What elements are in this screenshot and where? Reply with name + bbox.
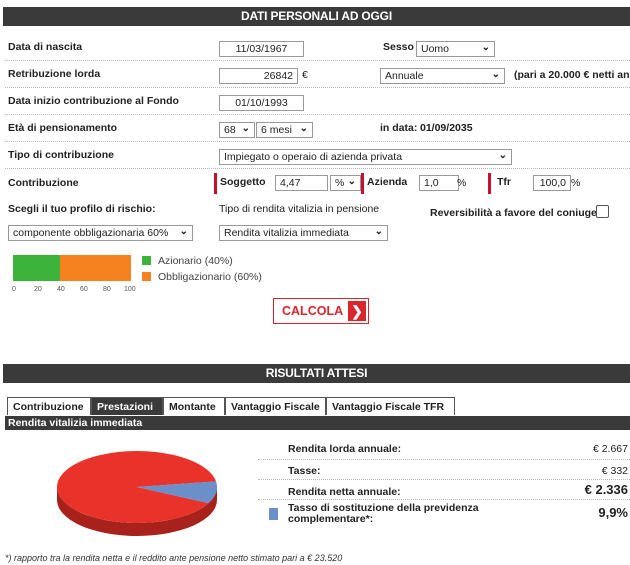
results-header: RISULTATI ATTESI: [3, 364, 630, 383]
annuity-subheader: Rendita vitalizia immediata: [5, 416, 630, 430]
tfr-rate-input[interactable]: 100,0: [533, 175, 571, 191]
contribution-start-label: Data inizio contribuzione al Fondo: [8, 95, 179, 107]
annuity-type-value: Rendita vitalizia immediata: [224, 227, 349, 239]
risk-profile-select[interactable]: componente obbligazionaria 60% ⌄: [8, 225, 193, 241]
chevron-down-icon: ⌄: [374, 226, 383, 237]
divider: [258, 499, 630, 500]
birth-date-label: Data di nascita: [8, 41, 83, 53]
risk-profile-label: Scegli il tuo profilo di rischio:: [8, 203, 156, 215]
divider: [5, 60, 630, 61]
allocation-bar: [13, 255, 131, 281]
reversibility-checkbox[interactable]: [596, 205, 609, 218]
chevron-down-icon: ⌄: [347, 176, 356, 187]
axis-tick: 20: [34, 286, 42, 293]
subject-unit-value: %: [335, 177, 345, 189]
divider: [5, 141, 630, 142]
subject-unit-select[interactable]: % ⌄: [330, 175, 361, 191]
tab-montante[interactable]: Montante: [163, 397, 225, 415]
sex-label: Sesso: [383, 41, 414, 53]
contribution-label: Contribuzione: [8, 177, 79, 189]
divider: [258, 459, 630, 460]
replacement-pie-chart: [57, 451, 217, 536]
net-annuity-value: € 2.336: [584, 482, 628, 497]
chevron-down-icon: ⌄: [241, 123, 250, 134]
chevron-down-icon: ⌄: [498, 150, 507, 161]
tax-value: € 332: [601, 465, 628, 477]
chevron-down-icon: ⌄: [299, 123, 308, 134]
replacement-legend-swatch: [269, 508, 278, 520]
subject-label: Soggetto: [220, 176, 266, 188]
marker: [214, 173, 217, 194]
divider: [5, 87, 630, 88]
reversibility-label: Reversibilità a favore del coniuge: [430, 207, 597, 219]
contribution-type-value: Impiegato o operaio di azienda privata: [224, 151, 403, 163]
tfr-label: Tfr: [497, 176, 511, 188]
risk-profile-value: componente obbligazionaria 60%: [13, 227, 169, 239]
company-label: Azienda: [367, 176, 408, 188]
salary-label: Retribuzione lorda: [8, 68, 101, 80]
company-rate-input[interactable]: 1,0: [419, 175, 459, 191]
contribution-start-input[interactable]: 01/10/1993: [219, 95, 304, 111]
subject-rate-input[interactable]: 4,47: [275, 175, 328, 191]
tax-label: Tasse:: [288, 465, 321, 477]
annuity-type-select[interactable]: Rendita vitalizia immediata ⌄: [219, 225, 388, 241]
marker: [361, 173, 364, 194]
tab-vantaggio-fiscale[interactable]: Vantaggio Fiscale: [225, 397, 326, 415]
axis-tick: 80: [103, 286, 111, 293]
retirement-date-value: 01/09/2035: [420, 122, 473, 134]
salary-net-note: (pari a 20.000 € netti annui): [514, 69, 630, 81]
replacement-rate-value: 9,9%: [598, 505, 628, 520]
axis-tick: 0: [12, 286, 16, 293]
sex-select[interactable]: Uomo ⌄: [416, 41, 495, 57]
retirement-age-label: Età di pensionamento: [8, 122, 118, 134]
retirement-months-select[interactable]: 6 mesi ⌄: [256, 122, 313, 138]
gross-annuity-value: € 2.667: [592, 443, 628, 455]
contribution-type-select[interactable]: Impiegato o operaio di azienda privata ⌄: [219, 149, 512, 165]
axis-tick: 40: [57, 286, 65, 293]
replacement-rate-label-line2: complementare*:: [288, 513, 374, 525]
marker: [488, 173, 491, 194]
divider: [5, 168, 630, 169]
gross-annuity-label: Rendita lorda annuale:: [288, 443, 402, 455]
equity-legend-label: Azionario (40%): [158, 255, 233, 267]
divider: [5, 114, 630, 115]
bond-legend-label: Obbligazionario (60%): [158, 271, 262, 283]
sex-value: Uomo: [421, 43, 450, 55]
tfr-unit: %: [571, 177, 581, 189]
footnote: *) rapporto tra la rendita netta e il re…: [5, 553, 343, 563]
birth-date-input[interactable]: 11/03/1967: [219, 41, 304, 57]
arrow-right-icon: ❯: [348, 301, 366, 321]
retirement-date-label: in data:: [380, 122, 418, 134]
net-annuity-label: Rendita netta annuale:: [288, 486, 401, 498]
retirement-years-value: 68: [224, 124, 236, 136]
equity-segment: [13, 255, 60, 281]
bond-segment: [60, 255, 131, 281]
tab-contribuzione[interactable]: Contribuzione: [7, 397, 91, 415]
salary-period-value: Annuale: [385, 70, 424, 82]
chevron-down-icon: ⌄: [481, 42, 490, 53]
equity-legend-swatch: [142, 256, 151, 265]
chevron-down-icon: ⌄: [179, 226, 188, 237]
axis-tick: 100: [124, 286, 136, 293]
retirement-years-select[interactable]: 68 ⌄: [219, 122, 255, 138]
company-unit: %: [457, 177, 467, 189]
calculate-button-label: CALCOLA: [282, 304, 344, 318]
salary-input[interactable]: 26842: [219, 68, 298, 84]
salary-period-select[interactable]: Annuale ⌄: [380, 68, 505, 84]
tab-vantaggio-fiscale-tfr[interactable]: Vantaggio Fiscale TFR: [326, 397, 455, 415]
annuity-type-label: Tipo di rendita vitalizia in pensione: [219, 203, 380, 215]
tab-prestazioni[interactable]: Prestazioni: [91, 397, 163, 415]
bond-legend-swatch: [142, 272, 151, 281]
retirement-months-value: 6 mesi: [261, 124, 292, 136]
divider: [258, 479, 630, 480]
salary-currency: €: [302, 69, 308, 81]
chevron-down-icon: ⌄: [491, 69, 500, 80]
calculate-button[interactable]: CALCOLA ❯: [273, 298, 369, 324]
personal-data-header: DATI PERSONALI AD OGGI: [3, 7, 630, 26]
contribution-type-label: Tipo di contribuzione: [8, 149, 114, 161]
axis-tick: 60: [80, 286, 88, 293]
